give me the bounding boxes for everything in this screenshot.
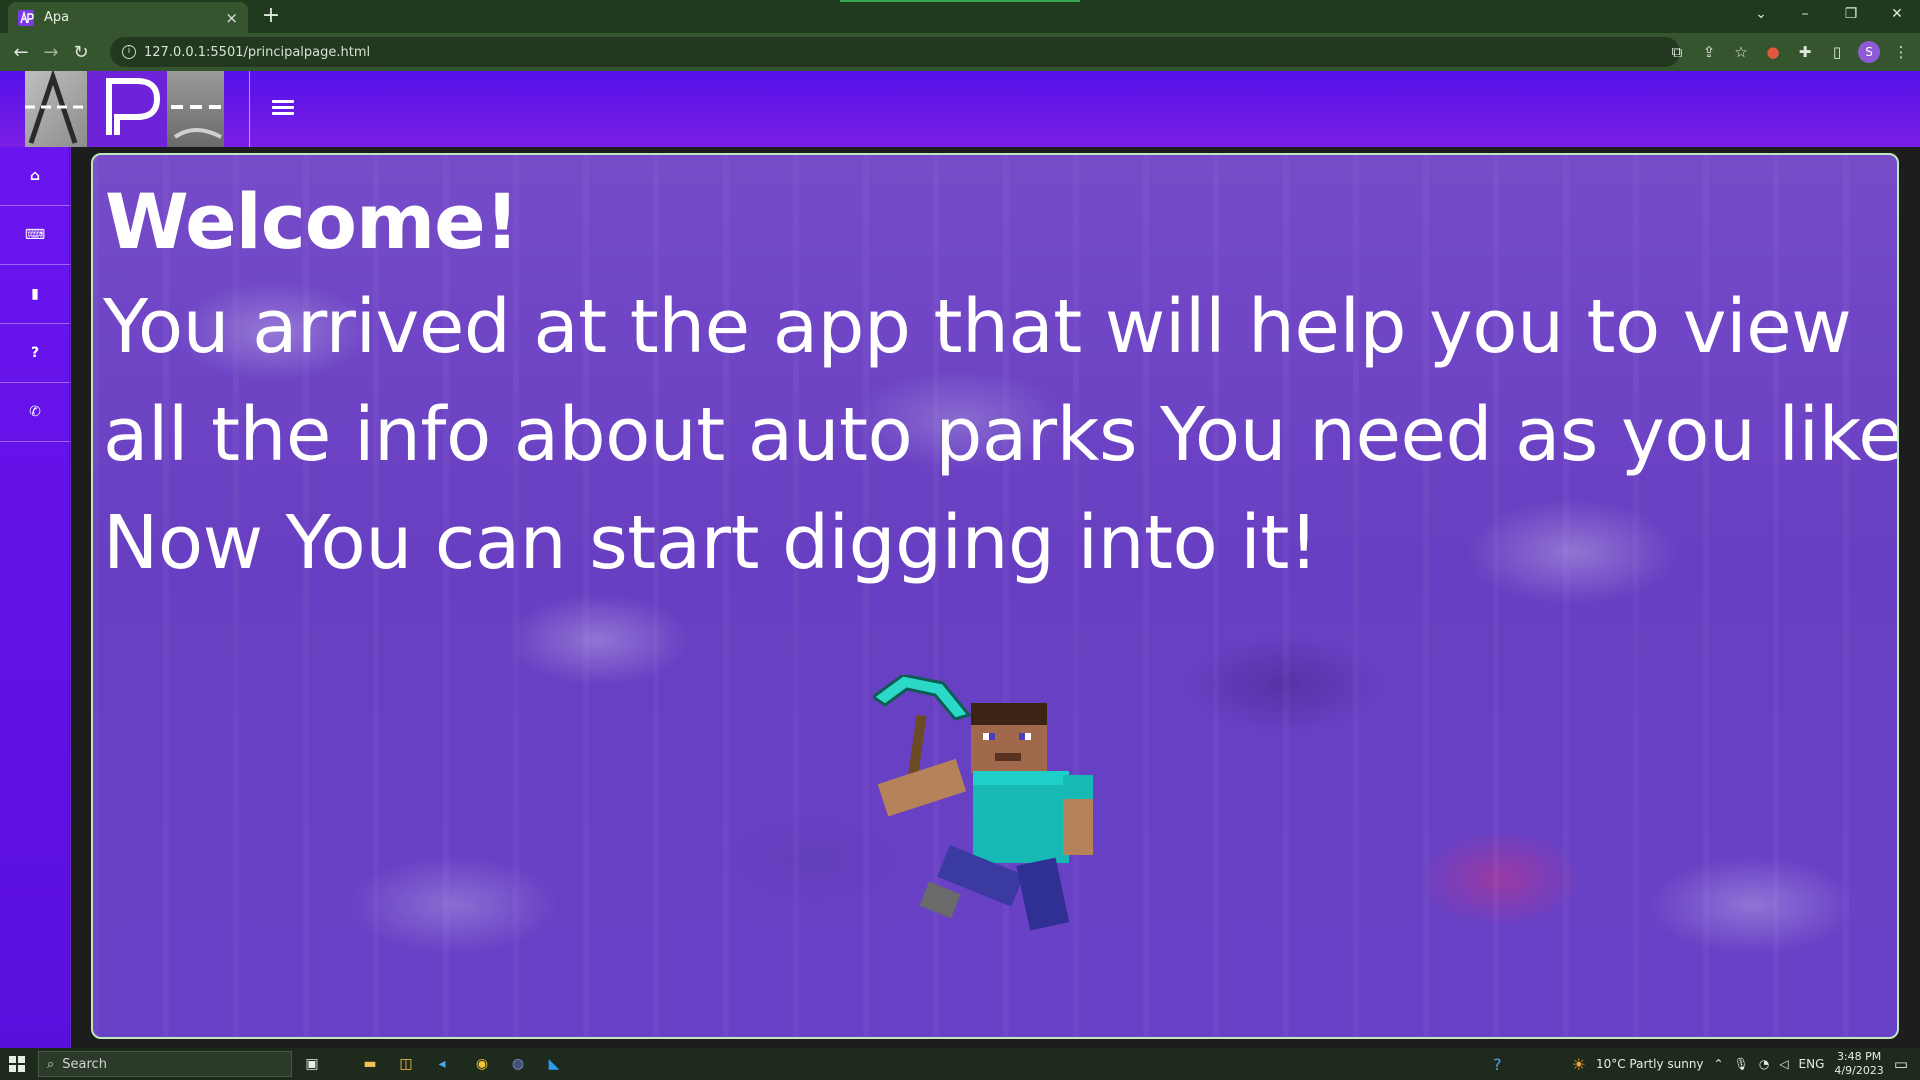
nav-divider: [249, 71, 250, 147]
os-taskbar: ⌕ Search ▣ ▬ ◫ ◂ ◉ ◍ ◣ ? ☀ 10°C Partly s…: [0, 1048, 1920, 1080]
intro-line: all the info about auto parks You need a…: [103, 392, 1899, 478]
help-icon[interactable]: ?: [1493, 1055, 1502, 1074]
windows-start-icon[interactable]: [0, 1048, 34, 1080]
profile-avatar[interactable]: S: [1858, 41, 1880, 63]
question-icon[interactable]: ?: [0, 324, 70, 383]
tab-title: Apa: [44, 10, 70, 25]
extensions-puzzle-icon[interactable]: ✚: [1794, 43, 1816, 61]
forward-icon[interactable]: →: [36, 37, 66, 67]
menu-icon[interactable]: [272, 97, 298, 119]
welcome-heading: Welcome!: [105, 177, 519, 266]
microphone-icon[interactable]: 🎙: [1734, 1057, 1749, 1071]
loading-indicator: [840, 0, 1080, 2]
browser-menu-icon[interactable]: ⋮: [1890, 43, 1912, 61]
language-indicator[interactable]: ENG: [1799, 1057, 1825, 1071]
main-content: Welcome! You arrived at the app that wil…: [71, 147, 1920, 1048]
taskbar-search-input[interactable]: ⌕ Search: [38, 1051, 292, 1077]
tab-favicon-icon: [18, 9, 34, 26]
tray-chevron-icon[interactable]: ⌃: [1714, 1057, 1724, 1071]
store-icon[interactable]: ◫: [392, 1052, 420, 1076]
intro-text: You arrived at the app that will help yo…: [103, 273, 1899, 597]
miner-character-image: [873, 675, 1093, 931]
system-tray: ? ☀ 10°C Partly sunny ⌃ 🎙 ◔ ◁ ENG 3:48 P…: [1493, 1048, 1920, 1080]
app-icon[interactable]: ◂: [428, 1052, 456, 1076]
book-icon[interactable]: ▮: [0, 265, 70, 324]
tab-close-icon[interactable]: ×: [225, 9, 238, 27]
search-icon: ⌕: [47, 1056, 55, 1072]
tab-search-chevron-icon[interactable]: ⌄: [1738, 0, 1784, 30]
welcome-panel: Welcome! You arrived at the app that wil…: [91, 153, 1899, 1039]
clock[interactable]: 3:48 PM 4/9/2023: [1834, 1050, 1883, 1078]
site-info-icon[interactable]: i: [122, 45, 136, 59]
side-panel-icon[interactable]: ▯: [1826, 43, 1848, 61]
vscode-icon[interactable]: ◣: [540, 1052, 568, 1076]
translate-icon[interactable]: ⧉: [1666, 43, 1688, 61]
extension-adblock-icon[interactable]: ●: [1762, 43, 1784, 61]
notifications-icon[interactable]: ▭: [1894, 1055, 1908, 1073]
file-explorer-icon[interactable]: ▬: [356, 1052, 384, 1076]
bookmark-star-icon[interactable]: ☆: [1730, 43, 1752, 61]
search-placeholder: Search: [62, 1056, 107, 1072]
keyboard-icon[interactable]: ⌨: [0, 206, 70, 265]
close-window-button[interactable]: ✕: [1874, 0, 1920, 30]
app-logo[interactable]: [25, 71, 224, 147]
clock-time: 3:48 PM: [1836, 1050, 1882, 1063]
sidebar: ⌂ ⌨ ▮ ? ✆: [0, 147, 70, 1048]
top-navbar: [0, 71, 1920, 147]
chrome-icon[interactable]: ◉: [468, 1052, 496, 1076]
url-text: 127.0.0.1:5501/principalpage.html: [144, 44, 371, 60]
restore-button[interactable]: ❐: [1828, 0, 1874, 30]
browser-tab[interactable]: Apa ×: [8, 2, 248, 33]
network-icon[interactable]: ◔: [1759, 1057, 1769, 1071]
share-icon[interactable]: ⇪: [1698, 43, 1720, 61]
clock-date: 4/9/2023: [1834, 1064, 1884, 1077]
intro-line: Now You can start digging into it!: [103, 500, 1319, 586]
home-icon[interactable]: ⌂: [0, 147, 70, 206]
minimize-button[interactable]: –: [1782, 0, 1828, 30]
discord-icon[interactable]: ◍: [504, 1052, 532, 1076]
reload-icon[interactable]: ↻: [66, 37, 96, 67]
new-tab-button[interactable]: +: [258, 4, 284, 30]
volume-icon[interactable]: ◁: [1779, 1057, 1788, 1071]
browser-tab-strip: Apa × + ⌄ – ❐ ✕: [0, 0, 1920, 33]
toolbar-actions: ⧉ ⇪ ☆ ● ✚ ▯ S ⋮: [1666, 37, 1912, 67]
browser-toolbar: ← → ↻ i 127.0.0.1:5501/principalpage.htm…: [0, 33, 1920, 71]
page-viewport: ⌂ ⌨ ▮ ? ✆ Welcome! You arrived at the ap…: [0, 71, 1920, 1048]
phone-icon[interactable]: ✆: [0, 383, 70, 442]
task-view-icon[interactable]: ▣: [298, 1052, 326, 1076]
back-icon[interactable]: ←: [6, 37, 36, 67]
intro-line: You arrived at the app that will help yo…: [103, 284, 1852, 370]
address-bar[interactable]: i 127.0.0.1:5501/principalpage.html: [110, 37, 1680, 67]
weather-text[interactable]: 10°C Partly sunny: [1596, 1057, 1704, 1071]
weather-icon[interactable]: ☀: [1572, 1055, 1586, 1074]
